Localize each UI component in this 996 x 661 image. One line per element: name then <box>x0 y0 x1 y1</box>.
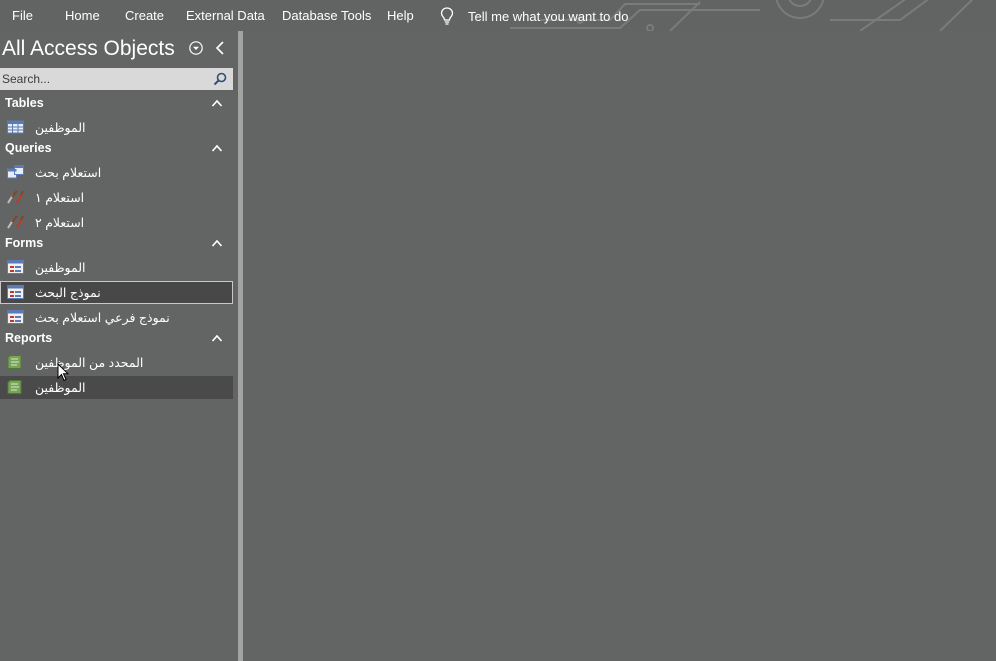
navigation-pane: All Access Objects Tables الموظفين Queri… <box>0 31 238 661</box>
group-label: Reports <box>5 331 53 345</box>
action-query-icon <box>7 215 24 229</box>
group-label: Queries <box>5 141 52 155</box>
chevron-left-icon[interactable] <box>213 40 227 56</box>
ribbon-bar: File Home Create External Data Database … <box>0 0 996 31</box>
nav-item-form-search[interactable]: نموذج البحث <box>0 281 233 304</box>
nav-item-query-1[interactable]: استعلام ١ <box>0 186 233 209</box>
nav-item-form-employees[interactable]: الموظفين <box>0 256 233 279</box>
form-icon <box>7 285 24 299</box>
nav-pane-title[interactable]: All Access Objects <box>2 37 175 61</box>
nav-item-label: استعلام بحث <box>35 166 102 180</box>
search-icon[interactable] <box>212 71 228 87</box>
group-label: Forms <box>5 236 44 250</box>
chevron-up-icon <box>211 239 223 247</box>
chevron-up-icon <box>211 334 223 342</box>
nav-item-report-employees[interactable]: الموظفين <box>0 376 233 399</box>
group-header-tables[interactable]: Tables <box>0 93 233 115</box>
tab-file[interactable]: File <box>12 8 33 23</box>
nav-item-label: نموذج فرعي استعلام بحث <box>35 311 170 325</box>
nav-item-query-search[interactable]: استعلام بحث <box>0 161 233 184</box>
nav-item-report-selected-employees[interactable]: المحدد من الموظفين <box>0 351 233 374</box>
tab-home[interactable]: Home <box>65 8 100 23</box>
lightbulb-icon <box>440 7 454 25</box>
nav-item-label: نموذج البحث <box>35 286 101 300</box>
tab-create[interactable]: Create <box>125 8 164 23</box>
tell-me-label: Tell me what you want to do <box>468 8 629 24</box>
table-icon <box>7 120 24 134</box>
nav-item-label: الموظفين <box>35 261 86 275</box>
search-input[interactable] <box>2 70 207 88</box>
nav-item-label: استعلام ١ <box>35 191 85 205</box>
chevron-up-icon <box>211 144 223 152</box>
group-header-queries[interactable]: Queries <box>0 138 233 160</box>
tab-help[interactable]: Help <box>387 8 414 23</box>
search-box <box>0 68 233 90</box>
report-icon <box>7 380 22 394</box>
action-query-icon <box>7 190 24 204</box>
tab-external-data[interactable]: External Data <box>186 8 265 23</box>
nav-item-query-2[interactable]: استعلام ٢ <box>0 211 233 234</box>
tell-me-box[interactable]: Tell me what you want to do <box>440 5 628 27</box>
select-query-icon <box>7 165 24 179</box>
group-header-forms[interactable]: Forms <box>0 233 233 255</box>
pane-splitter[interactable] <box>238 31 243 661</box>
nav-item-label: استعلام ٢ <box>35 216 85 230</box>
chevron-up-icon <box>211 99 223 107</box>
nav-item-form-subform[interactable]: نموذج فرعي استعلام بحث <box>0 306 233 329</box>
group-label: Tables <box>5 96 44 110</box>
nav-item-label: الموظفين <box>35 381 86 395</box>
form-icon <box>7 310 24 324</box>
nav-item-label: الموظفين <box>35 121 86 135</box>
group-header-reports[interactable]: Reports <box>0 328 233 350</box>
form-icon <box>7 260 24 274</box>
report-icon <box>7 355 22 369</box>
tab-database-tools[interactable]: Database Tools <box>282 8 371 23</box>
nav-item-label: المحدد من الموظفين <box>35 356 144 370</box>
nav-item-table-employees[interactable]: الموظفين <box>0 116 233 139</box>
chevron-down-circle-icon[interactable] <box>188 40 204 56</box>
